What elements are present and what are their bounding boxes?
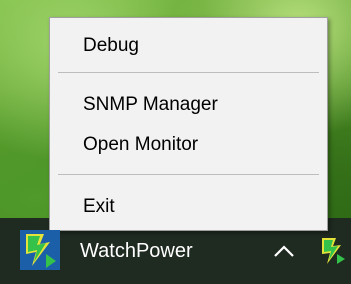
watchpower-tray-icon[interactable] xyxy=(318,236,346,266)
context-menu: Debug SNMP Manager Open Monitor Exit xyxy=(49,17,328,231)
menu-separator xyxy=(58,72,319,73)
tray-app-label[interactable]: WatchPower xyxy=(80,238,193,264)
menu-item-snmp-manager[interactable]: SNMP Manager xyxy=(50,90,327,120)
menu-item-open-monitor[interactable]: Open Monitor xyxy=(50,130,327,160)
menu-separator xyxy=(58,174,319,175)
menu-item-exit[interactable]: Exit xyxy=(50,192,327,222)
menu-item-debug[interactable]: Debug xyxy=(50,31,327,61)
watchpower-icon[interactable] xyxy=(20,230,60,270)
chevron-up-icon[interactable] xyxy=(272,241,296,261)
